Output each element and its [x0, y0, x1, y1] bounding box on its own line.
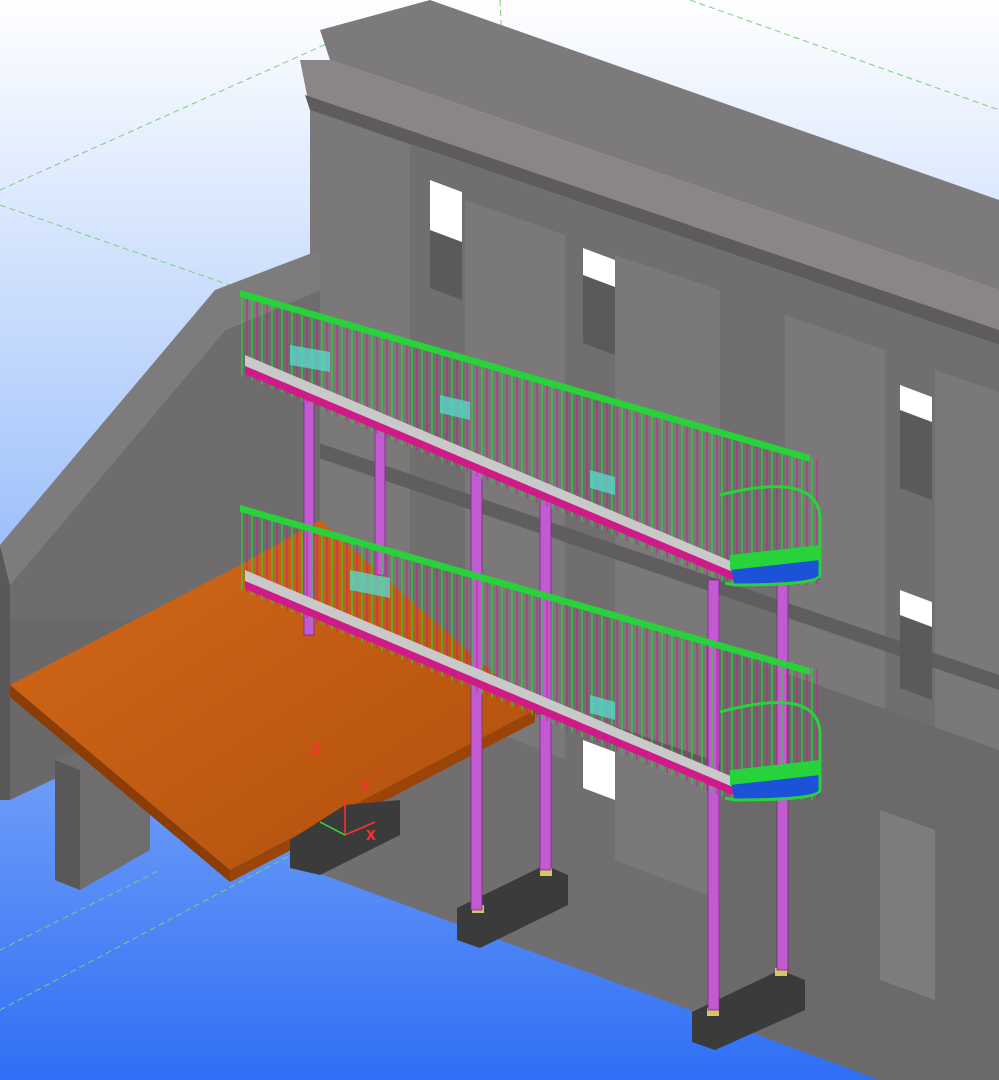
z-axis-label: Z: [312, 742, 321, 757]
x-axis-label: X: [366, 829, 376, 844]
y-axis-label: Y: [359, 781, 370, 796]
model-scene: Z Y X: [0, 0, 999, 1080]
3d-model-viewport[interactable]: Z Y X: [0, 0, 999, 1080]
